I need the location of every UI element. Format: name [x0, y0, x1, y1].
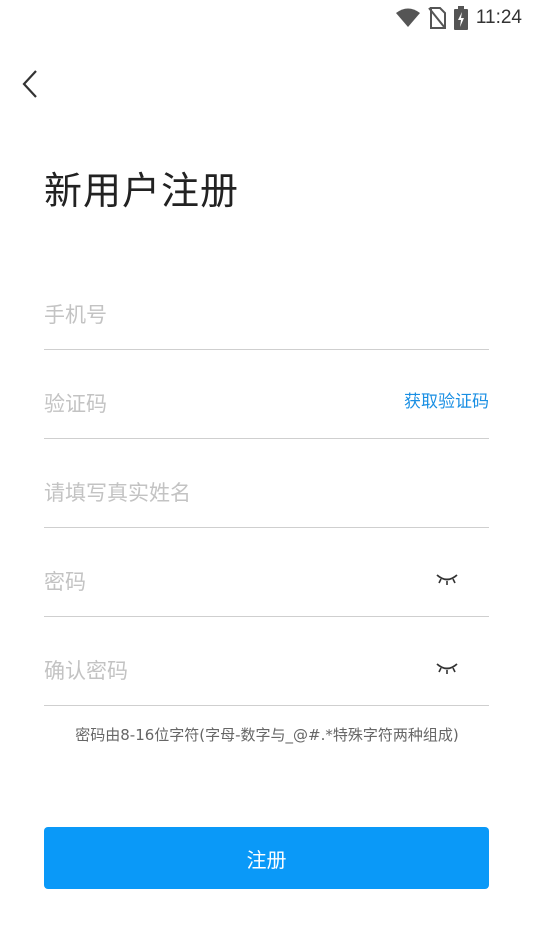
- confirm-password-field: [44, 617, 489, 706]
- status-bar: 11:24: [0, 0, 534, 36]
- real-name-input[interactable]: [44, 481, 404, 505]
- chevron-left-icon: [21, 69, 39, 99]
- eye-closed-icon[interactable]: [435, 660, 459, 679]
- confirm-password-input[interactable]: [44, 659, 404, 683]
- status-time: 11:24: [475, 7, 522, 28]
- password-hint: 密码由8-16位字符(字母-数字与_@#.*特殊字符两种组成): [75, 726, 459, 744]
- password-input[interactable]: [44, 570, 404, 594]
- real-name-field: [44, 439, 489, 528]
- register-button[interactable]: 注册: [44, 827, 489, 889]
- back-button[interactable]: [14, 66, 46, 102]
- phone-field: [44, 268, 489, 350]
- eye-closed-icon[interactable]: [435, 571, 459, 590]
- wifi-icon: [395, 8, 420, 28]
- get-code-button[interactable]: 获取验证码: [404, 387, 489, 412]
- page-title: 新用户注册: [44, 169, 240, 213]
- password-field: [44, 528, 489, 617]
- register-form: 获取验证码: [44, 268, 489, 706]
- phone-input[interactable]: [44, 303, 404, 327]
- battery-charging-icon: [453, 6, 468, 30]
- no-sim-icon: [428, 7, 446, 29]
- code-field: 获取验证码: [44, 350, 489, 439]
- status-icons: 11:24: [395, 6, 522, 30]
- verification-code-input[interactable]: [44, 392, 404, 416]
